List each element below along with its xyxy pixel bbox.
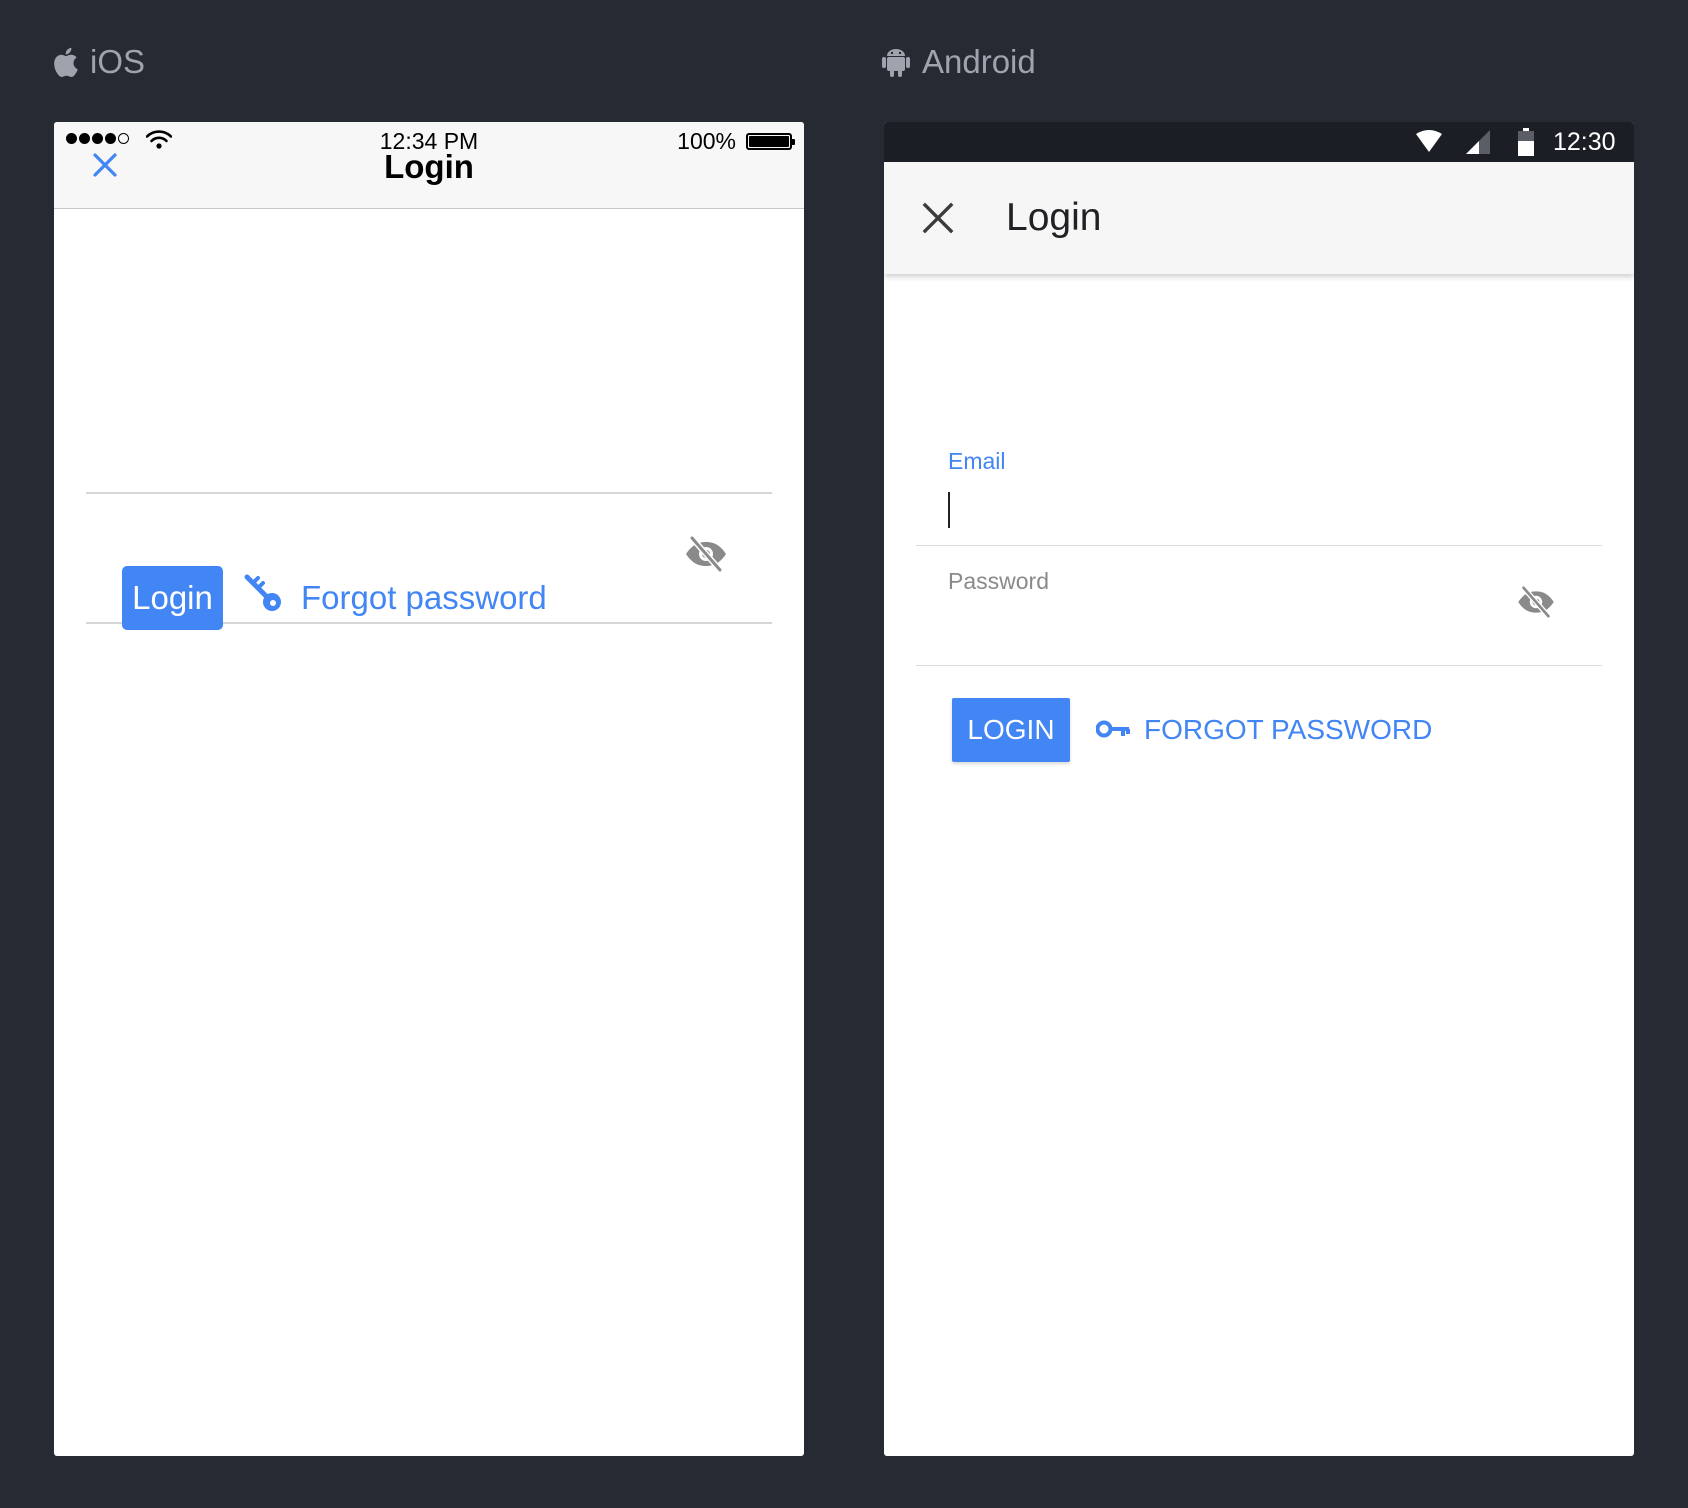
ios-platform-name: iOS	[90, 43, 146, 80]
apple-icon	[52, 46, 78, 78]
forgot-password-label: FORGOT PASSWORD	[1144, 714, 1433, 745]
ios-navigation-bar: 12:34 PM 100% Login	[54, 122, 804, 209]
forgot-password-button[interactable]: Forgot password	[243, 566, 547, 630]
android-phone-screen: 12:30 Login Email Password LOGIN FORGOT …	[884, 122, 1634, 1456]
email-input[interactable]	[86, 430, 772, 482]
key-icon	[243, 573, 285, 623]
text-cursor	[948, 492, 950, 528]
login-button[interactable]: Login	[122, 566, 223, 630]
android-email-field[interactable]: Email	[916, 274, 1602, 546]
login-button[interactable]: LOGIN	[952, 698, 1070, 762]
android-platform-name: Android	[922, 43, 1036, 80]
ios-platform-label: iOS	[52, 42, 145, 82]
cellular-signal-icon	[1466, 130, 1490, 161]
page-title: Login	[384, 148, 474, 185]
forgot-password-label: Forgot password	[301, 579, 547, 616]
android-status-bar: 12:30	[884, 122, 1634, 162]
eye-off-icon[interactable]	[684, 536, 728, 577]
battery-icon	[1518, 128, 1534, 163]
android-icon	[882, 46, 910, 78]
ios-phone-screen: 12:34 PM 100% Login Login Forgot passwor…	[54, 122, 804, 1456]
forgot-password-button[interactable]: FORGOT PASSWORD	[1095, 698, 1433, 762]
android-platform-label: Android	[882, 42, 1036, 82]
android-app-bar: Login	[884, 162, 1634, 274]
close-icon[interactable]	[922, 202, 954, 239]
eye-off-icon[interactable]	[1516, 586, 1556, 623]
android-password-field[interactable]: Password	[916, 546, 1602, 666]
android-status-time: 12:30	[1553, 128, 1616, 156]
ios-email-field	[86, 208, 772, 494]
page-title: Login	[1006, 196, 1102, 239]
wifi-icon	[1416, 130, 1442, 161]
key-icon	[1095, 714, 1130, 746]
email-label: Email	[948, 448, 1006, 474]
password-label: Password	[948, 568, 1049, 594]
